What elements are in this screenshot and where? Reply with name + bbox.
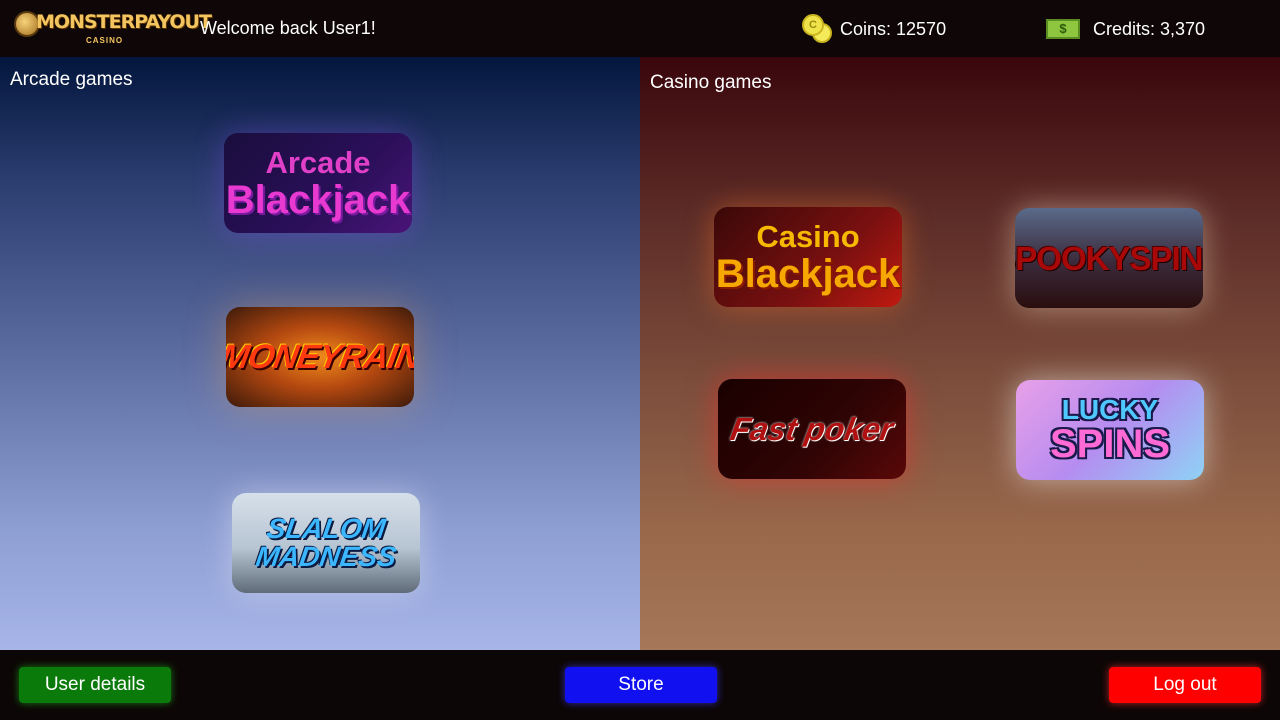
coins-display: C Coins: 12570 [802,14,946,44]
casino-games-panel: Casino games Casino Blackjack SPOOKYSPIN… [640,57,1280,650]
spooky-spins-game-tile[interactable]: SPOOKYSPINS [1015,208,1203,308]
casino-blackjack-game-tile[interactable]: Casino Blackjack [714,207,902,307]
game-title-line1: MONEYRAIN [226,338,414,376]
casino-games-heading: Casino games [650,72,772,93]
game-title-line1: Casino [756,218,860,254]
game-title-line1: SPOOKYSPINS [1015,239,1203,277]
arcade-games-panel: Arcade games Arcade Blackjack MONEYRAIN … [0,57,640,650]
slalom-madness-game-tile[interactable]: SLALOM MADNESS [232,493,420,593]
bottom-bar: User details Store Log out [0,650,1280,720]
credits-display: $ Credits: 3,370 [1046,14,1205,44]
user-details-button[interactable]: User details [19,667,171,703]
game-title-line1: Arcade [265,144,371,180]
coins-icon: C [802,14,834,44]
cash-icon: $ [1046,19,1080,39]
game-title-line2: SPINS [1049,422,1171,466]
arcade-blackjack-game-tile[interactable]: Arcade Blackjack [224,133,412,233]
logout-button[interactable]: Log out [1109,667,1261,703]
game-title-line2: Blackjack [225,177,411,222]
logo-text: MONSTERPAYOUT [36,11,212,33]
game-title-line2: MADNESS [253,541,399,572]
game-title-line2: Blackjack [715,251,901,296]
coins-label: Coins: 12570 [840,18,947,39]
logo-subtext: CASINO [86,36,124,45]
credits-label: Credits: 3,370 [1093,18,1206,39]
top-bar: MONSTERPAYOUT CASINO Welcome back User1!… [0,0,1280,57]
moneyrain-game-tile[interactable]: MONEYRAIN [226,307,414,407]
arcade-games-heading: Arcade games [10,69,133,90]
game-title-line1: SLALOM [264,513,388,544]
fast-poker-game-tile[interactable]: Fast poker [718,379,906,479]
monsterpayout-logo[interactable]: MONSTERPAYOUT CASINO [14,7,212,49]
game-title-line1: LUCKY [1061,394,1159,425]
game-title-line1: Fast poker [727,411,897,447]
store-button[interactable]: Store [565,667,717,703]
welcome-message: Welcome back User1! [200,18,376,38]
lucky-spins-game-tile[interactable]: LUCKY SPINS [1016,380,1204,480]
